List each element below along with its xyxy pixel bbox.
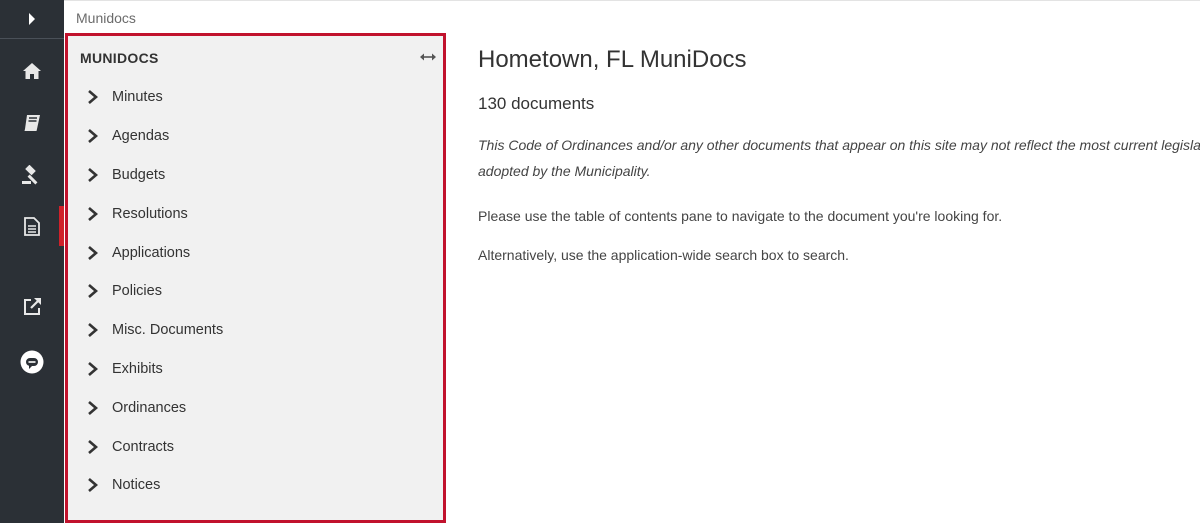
chevron-right-icon[interactable] [87,206,99,221]
chevron-right-icon[interactable] [87,478,99,493]
toc-item-label: Policies [112,283,162,300]
expand-rail-button[interactable] [0,0,64,39]
search-hint-text: Alternatively, use the application-wide … [478,247,849,263]
chevron-right-icon[interactable] [87,167,99,182]
toc-item-exhibits[interactable]: Exhibits [68,350,443,389]
toc-item-budgets[interactable]: Budgets [68,156,443,195]
toc-panel: MUNIDOCS Minutes Agendas Budgets Resolut… [65,33,446,523]
toc-item-misc-documents[interactable]: Misc. Documents [68,311,443,350]
document-icon [24,216,40,236]
toc-item-resolutions[interactable]: Resolutions [68,194,443,233]
chevron-right-icon [29,13,35,25]
chevron-right-icon[interactable] [87,323,99,338]
disclaimer-text: This Code of Ordinances and/or any other… [478,137,1200,179]
toc-item-policies[interactable]: Policies [68,272,443,311]
toc-item-minutes[interactable]: Minutes [68,78,443,117]
toc-title: MUNIDOCS [80,50,159,66]
gavel-button[interactable] [0,155,64,195]
toc-item-applications[interactable]: Applications [68,233,443,272]
main-content: Hometown, FL MuniDocs 130 documents This… [478,46,1200,523]
document-count: 130 documents [478,94,595,113]
toc-item-label: Exhibits [112,360,163,377]
chevron-right-icon[interactable] [87,284,99,299]
instruction-text: Please use the table of contents pane to… [478,208,1003,224]
toc-list: Minutes Agendas Budgets Resolutions Appl… [68,78,443,505]
chevron-right-icon[interactable] [87,245,99,260]
chat-bubble-icon [20,350,44,374]
chat-button[interactable] [0,342,64,382]
chevron-right-icon[interactable] [87,90,99,105]
toc-item-contracts[interactable]: Contracts [68,427,443,466]
toc-item-label: Ordinances [112,399,187,416]
breadcrumb[interactable]: Munidocs [76,10,136,26]
gavel-icon [22,165,38,185]
external-link-icon [23,297,41,315]
toc-item-label: Agendas [112,128,170,145]
toc-item-label: Applications [112,244,191,261]
external-link-button[interactable] [0,286,64,326]
toc-item-label: Minutes [112,89,163,106]
book-icon [24,115,40,131]
home-button[interactable] [0,51,64,91]
chevron-right-icon[interactable] [87,439,99,454]
toc-item-ordinances[interactable]: Ordinances [68,388,443,427]
chevron-right-icon[interactable] [87,129,99,144]
toc-item-notices[interactable]: Notices [68,466,443,505]
documents-button[interactable] [0,206,64,246]
chevron-right-icon[interactable] [87,361,99,376]
chevron-right-icon[interactable] [87,400,99,415]
toc-item-label: Misc. Documents [112,322,224,339]
toc-item-label: Budgets [112,166,166,183]
book-button[interactable] [0,103,64,143]
icon-rail [0,0,64,523]
toc-item-agendas[interactable]: Agendas [68,117,443,156]
breadcrumb-bar: Munidocs [64,0,1200,34]
toc-item-label: Contracts [112,438,175,455]
toc-item-label: Resolutions [112,205,188,222]
resize-arrows-icon[interactable] [420,52,436,62]
home-icon [23,63,41,79]
page-title: Hometown, FL MuniDocs [478,46,747,73]
toc-item-label: Notices [112,477,161,494]
